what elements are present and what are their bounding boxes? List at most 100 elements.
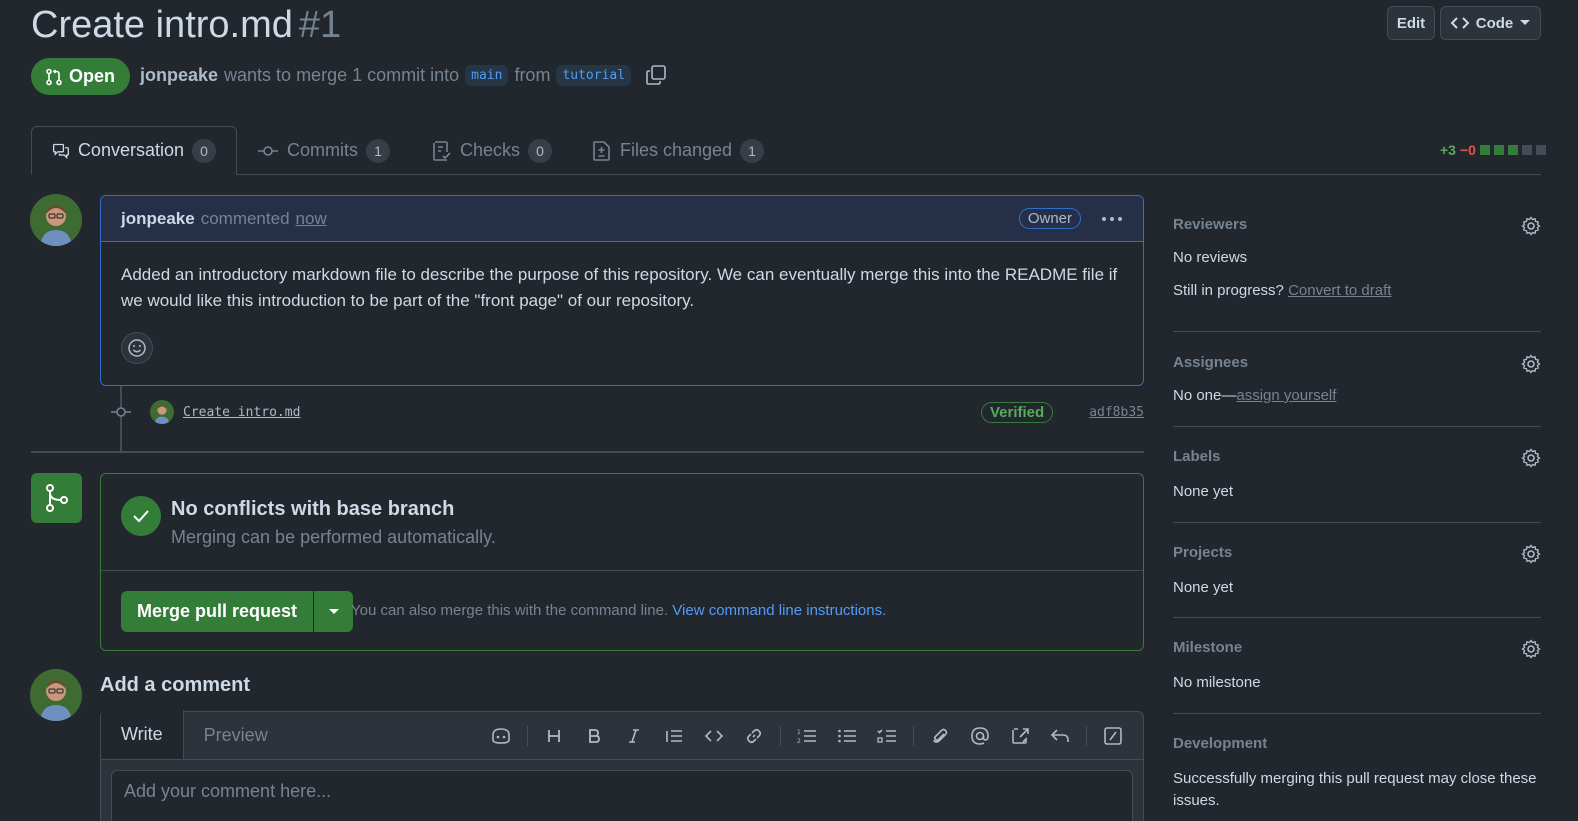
sidebar-divider [1173,713,1541,714]
command-line-instructions-link[interactable]: View command line instructions. [672,602,886,619]
tab-conversation[interactable]: Conversation 0 [31,126,237,175]
task-list-button[interactable] [867,722,907,750]
tab-checks[interactable]: Checks 0 [412,126,572,175]
add-reaction-button[interactable] [121,332,153,364]
projects-heading[interactable]: Projects [1173,544,1541,561]
caret-down-icon [1520,20,1531,25]
ordered-list-button[interactable]: 12 [787,722,827,750]
comment-time[interactable]: now [296,209,327,229]
gear-icon[interactable] [1521,544,1541,564]
sidebar-divider [1173,617,1541,618]
mention-icon [971,727,989,745]
copy-icon[interactable] [645,64,667,86]
reviewers-heading[interactable]: Reviewers [1173,216,1541,233]
merge-box: No conflicts with base branch Merging ca… [100,473,1144,651]
code-button[interactable]: Code [1440,6,1541,40]
tab-files-changed[interactable]: Files changed 1 [572,126,784,175]
edit-button[interactable]: Edit [1387,6,1435,40]
labels-heading[interactable]: Labels [1173,448,1541,465]
pr-meta: jonpeake wants to merge 1 commit into ma… [140,64,667,86]
cross-reference-icon [1012,728,1029,744]
avatar[interactable] [30,194,82,246]
code-button[interactable] [694,722,734,750]
cross-reference-button[interactable] [1000,722,1040,750]
unordered-list-button[interactable] [827,722,867,750]
tab-counter: 0 [192,138,216,163]
verified-badge[interactable]: Verified [981,401,1054,423]
markdown-toolbar: 12 [481,722,1133,750]
heading-icon [548,730,560,742]
merge-text: wants to merge 1 commit into [224,64,460,85]
sidebar-milestone: Milestone No milestone [1173,639,1541,695]
pr-number: #1 [298,4,342,46]
pull-request-icon [46,68,62,85]
pr-author-link[interactable]: jonpeake [140,65,218,86]
tab-preview[interactable]: Preview [184,711,288,759]
code-icon [1450,17,1470,29]
merge-pull-request-button[interactable]: Merge pull request [121,591,315,632]
diffstat-block [1493,145,1504,155]
base-branch[interactable]: main [465,64,509,86]
gear-icon[interactable] [1521,639,1541,659]
merge-hint: You can also merge this with the command… [351,602,886,619]
commit-row: Create intro.md Verified adf8b35 [100,396,1144,428]
slash-commands-button[interactable] [1093,722,1133,750]
slash-command-icon [1104,727,1122,745]
copilot-button[interactable] [481,722,521,750]
projects-value: None yet [1173,579,1234,596]
bold-button[interactable] [574,722,614,750]
gear-icon[interactable] [1521,216,1541,236]
convert-to-draft-link[interactable]: Convert to draft [1288,282,1391,299]
milestone-heading[interactable]: Milestone [1173,639,1541,656]
caret-down-icon [328,608,339,614]
timeline-divider [31,451,1144,453]
mention-button[interactable] [960,722,1000,750]
link-button[interactable] [734,722,774,750]
gear-icon[interactable] [1521,448,1541,468]
comment-textarea[interactable]: Add your comment here... [111,770,1133,821]
merge-options-button[interactable] [314,591,354,632]
head-branch[interactable]: tutorial [556,64,632,86]
attach-button[interactable] [920,722,960,750]
merge-status-icon [31,473,82,523]
commit-avatar[interactable] [150,400,174,424]
comment-box: jonpeake commented now Owner Added an in… [100,195,1144,386]
heading-button[interactable] [534,722,574,750]
merge-status-subtitle: Merging can be performed automatically. [171,527,496,547]
sidebar-divider [1173,522,1541,523]
italic-icon [629,729,639,743]
development-heading[interactable]: Development [1173,735,1541,752]
quote-button[interactable] [654,722,694,750]
italic-button[interactable] [614,722,654,750]
diffstat-block [1479,145,1490,155]
assignees-heading[interactable]: Assignees [1173,354,1541,371]
code-icon [704,730,724,742]
draft-prompt: Still in progress? Convert to draft [1173,282,1391,299]
sidebar-labels: Labels None yet [1173,448,1541,504]
sidebar-divider [1173,331,1541,332]
merge-status: No conflicts with base branch Merging ca… [101,474,1143,571]
merge-hint-text: You can also merge this with the command… [351,602,669,619]
comment-editor: Write Preview 12 Add your comment here..… [100,710,1144,821]
commit-message-link[interactable]: Create intro.md [183,405,300,420]
tab-write[interactable]: Write [101,710,184,759]
gear-icon[interactable] [1521,354,1541,374]
commit-sha-link[interactable]: adf8b35 [1089,405,1144,420]
saved-replies-button[interactable] [1040,722,1080,750]
tab-label: Conversation [77,140,184,160]
comment-author[interactable]: jonpeake [121,209,195,229]
draft-prompt-text: Still in progress? [1173,282,1284,299]
page-title: Create intro.md #1 [31,4,341,47]
assign-yourself-link[interactable]: assign yourself [1236,387,1336,404]
avatar[interactable] [30,669,82,721]
tab-commits[interactable]: Commits 1 [237,126,410,175]
checklist-icon [433,140,451,161]
kebab-menu-icon[interactable] [1101,216,1123,222]
deletions-count: −0 [1459,142,1476,158]
tab-counter: 0 [528,138,553,163]
toolbar-divider [1086,726,1087,746]
milestone-value: No milestone [1173,674,1261,691]
merge-status-title: No conflicts with base branch [171,498,455,520]
editor-tabs: Write Preview 12 [101,710,1143,760]
state-label: Open [69,66,116,86]
